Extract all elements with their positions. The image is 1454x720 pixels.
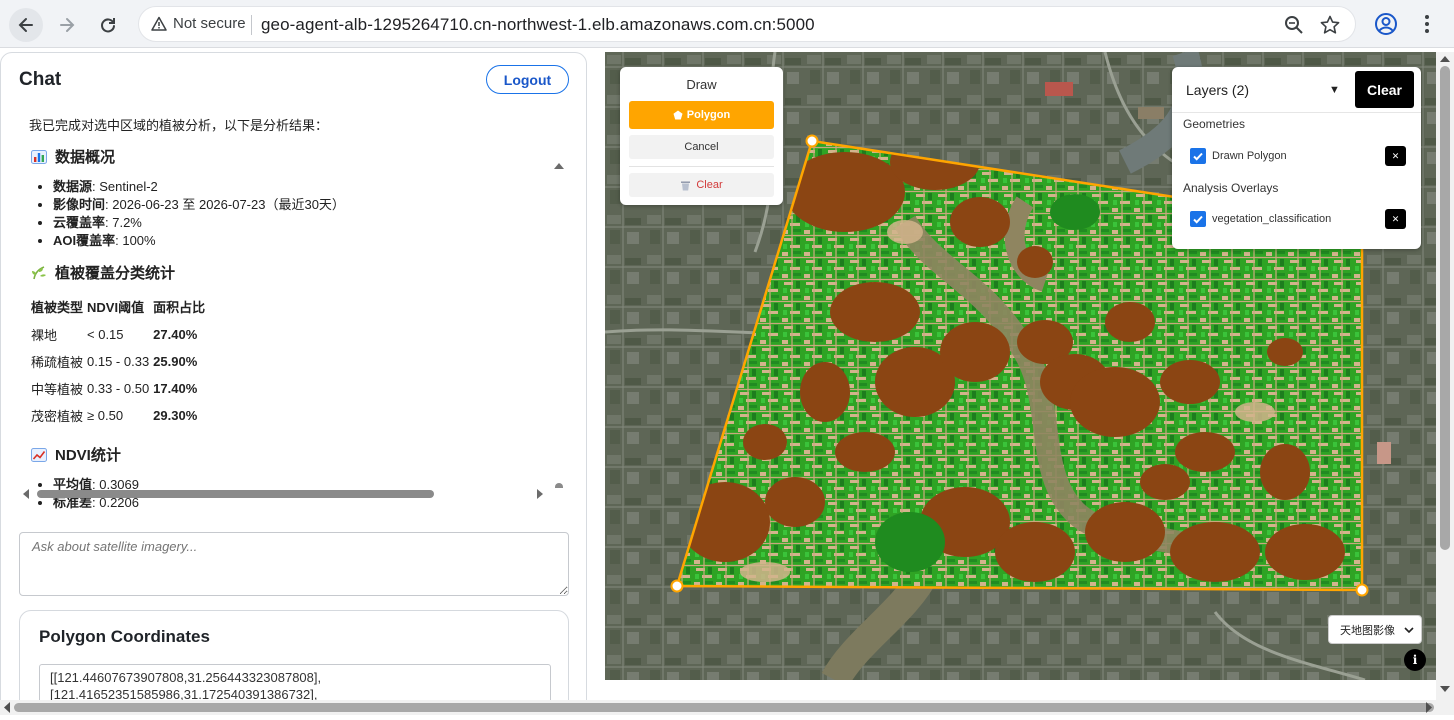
more-menu-icon[interactable] (1417, 12, 1437, 36)
clear-drawing-button[interactable]: Clear (629, 173, 774, 197)
basemap-select[interactable]: 天地图影像 (1328, 615, 1422, 644)
arrow-left-icon (18, 18, 33, 32)
remove-layer-button[interactable]: ✕ (1385, 209, 1406, 229)
reload-icon (101, 18, 115, 33)
arrow-right-icon (60, 18, 75, 32)
polygon-vertex-handle (670, 579, 684, 593)
url-divider (251, 15, 252, 35)
draw-panel-title: Draw (686, 77, 717, 92)
scroll-up-arrow-icon (554, 163, 564, 169)
table-row: 中等植被 0.33 - 0.50 17.40% (31, 381, 198, 397)
classification-table: 植被类型 NDVI阈值 面积占比 裸地 < 0.15 27.40% 稀疏植被 0.15… (31, 295, 209, 430)
overview-list: 数据源: Sentinel-2 影像时间: 2026-06-23 至 2026-… (53, 179, 549, 248)
list-item: 数据源: Sentinel-2 (53, 179, 549, 194)
scroll-down-arrow-icon (1440, 686, 1450, 692)
back-button[interactable] (9, 8, 43, 42)
bookmark-star-icon[interactable] (1319, 14, 1341, 36)
page-horizontal-scrollbar[interactable] (0, 700, 1454, 715)
polygon-tool-button[interactable]: Polygon (629, 101, 774, 129)
chat-title: Chat (19, 69, 62, 90)
zoom-icon[interactable] (1283, 14, 1305, 36)
clear-layers-button[interactable]: Clear (1355, 71, 1414, 108)
trend-chart-icon (31, 447, 47, 462)
draw-panel: Draw Polygon Cancel Clear (620, 67, 783, 205)
collapse-caret-icon[interactable]: ▼ (1329, 84, 1340, 96)
table-row: 裸地 < 0.15 27.40% (31, 327, 198, 343)
table-header-row: 植被类型 NDVI阈值 面积占比 (31, 300, 206, 315)
ndvi-heading: NDVI统计 (31, 444, 549, 465)
classification-heading: 植被覆盖分类统计 (31, 262, 549, 283)
scroll-thumb (1440, 66, 1450, 550)
messages-horizontal-scrollbar[interactable] (19, 486, 551, 502)
scroll-right-arrow-icon (537, 489, 543, 499)
scroll-up-arrow-icon (1440, 56, 1450, 62)
layer-name: Drawn Polygon (1212, 150, 1287, 162)
polygon-vertex-handle (805, 134, 819, 148)
scroll-thumb (555, 483, 563, 488)
list-item: AOI覆盖率: 100% (53, 233, 549, 248)
address-bar[interactable]: Not secure geo-agent-alb-1295264710.cn-n… (138, 6, 1356, 42)
divider (1172, 112, 1421, 113)
messages-vertical-scrollbar[interactable] (549, 108, 569, 488)
table-row: 稀疏植被 0.15 - 0.33 25.90% (31, 354, 198, 370)
scroll-left-arrow-icon (23, 489, 29, 499)
reload-button[interactable] (91, 8, 125, 42)
layers-panel: Layers (2) ▼ Clear Geometries Drawn Poly… (1172, 67, 1421, 249)
url-text[interactable]: geo-agent-alb-1295264710.cn-northwest-1.… (261, 15, 815, 35)
cancel-draw-button[interactable]: Cancel (629, 135, 774, 159)
chevron-down-icon (1404, 626, 1414, 633)
forward-button[interactable] (50, 8, 84, 42)
security-indicator[interactable]: Not secure (151, 15, 246, 32)
checkmark-icon (1193, 215, 1203, 224)
pentagon-icon (673, 110, 683, 120)
overview-heading: 数据概况 (31, 146, 549, 167)
herb-icon (32, 265, 46, 279)
warning-icon (151, 16, 167, 31)
list-item: 云覆盖率: 7.2% (53, 215, 549, 230)
layer-row-vegetation-classification: vegetation_classification ✕ (1190, 208, 1406, 230)
polygon-vertex-handle (1355, 583, 1369, 597)
layer-group-title: Analysis Overlays (1183, 181, 1279, 195)
chat-input[interactable] (19, 532, 569, 596)
security-label: Not secure (173, 15, 246, 32)
logout-button[interactable]: Logout (486, 65, 569, 94)
scroll-thumb (14, 703, 1434, 712)
list-item: 影像时间: 2026-06-23 至 2026-07-23（最近30天） (53, 197, 549, 212)
table-row: 茂密植被 ≥ 0.50 29.30% (31, 408, 198, 424)
layers-title[interactable]: Layers (2) (1186, 82, 1249, 98)
assistant-message: 我已完成对选中区域的植被分析，以下是分析结果： 数据概况 数据源: Sentin… (29, 115, 549, 513)
layer-visibility-checkbox[interactable] (1190, 148, 1206, 164)
layer-name: vegetation_classification (1212, 213, 1332, 225)
map-view[interactable]: Draw Polygon Cancel Clear Layers (2) ▼ C… (605, 52, 1436, 680)
scroll-left-arrow-icon (4, 702, 10, 713)
page-vertical-scrollbar[interactable] (1436, 52, 1454, 700)
bar-chart-icon (31, 149, 47, 164)
checkmark-icon (1193, 152, 1203, 161)
profile-icon[interactable] (1374, 12, 1398, 36)
layer-visibility-checkbox[interactable] (1190, 211, 1206, 227)
browser-toolbar: Not secure geo-agent-alb-1295264710.cn-n… (0, 0, 1454, 48)
layer-row-drawn-polygon: Drawn Polygon ✕ (1190, 145, 1406, 167)
remove-layer-button[interactable]: ✕ (1385, 146, 1406, 166)
trash-icon (681, 181, 691, 190)
scroll-thumb (37, 490, 434, 498)
chat-panel: Chat Logout 我已完成对选中区域的植被分析，以下是分析结果： 数据概况… (0, 52, 587, 715)
info-button[interactable]: i (1404, 649, 1426, 671)
divider (629, 166, 774, 167)
message-intro: 我已完成对选中区域的植被分析，以下是分析结果： (29, 118, 329, 133)
polygon-card-title: Polygon Coordinates (39, 627, 210, 646)
layer-group-title: Geometries (1183, 117, 1246, 131)
